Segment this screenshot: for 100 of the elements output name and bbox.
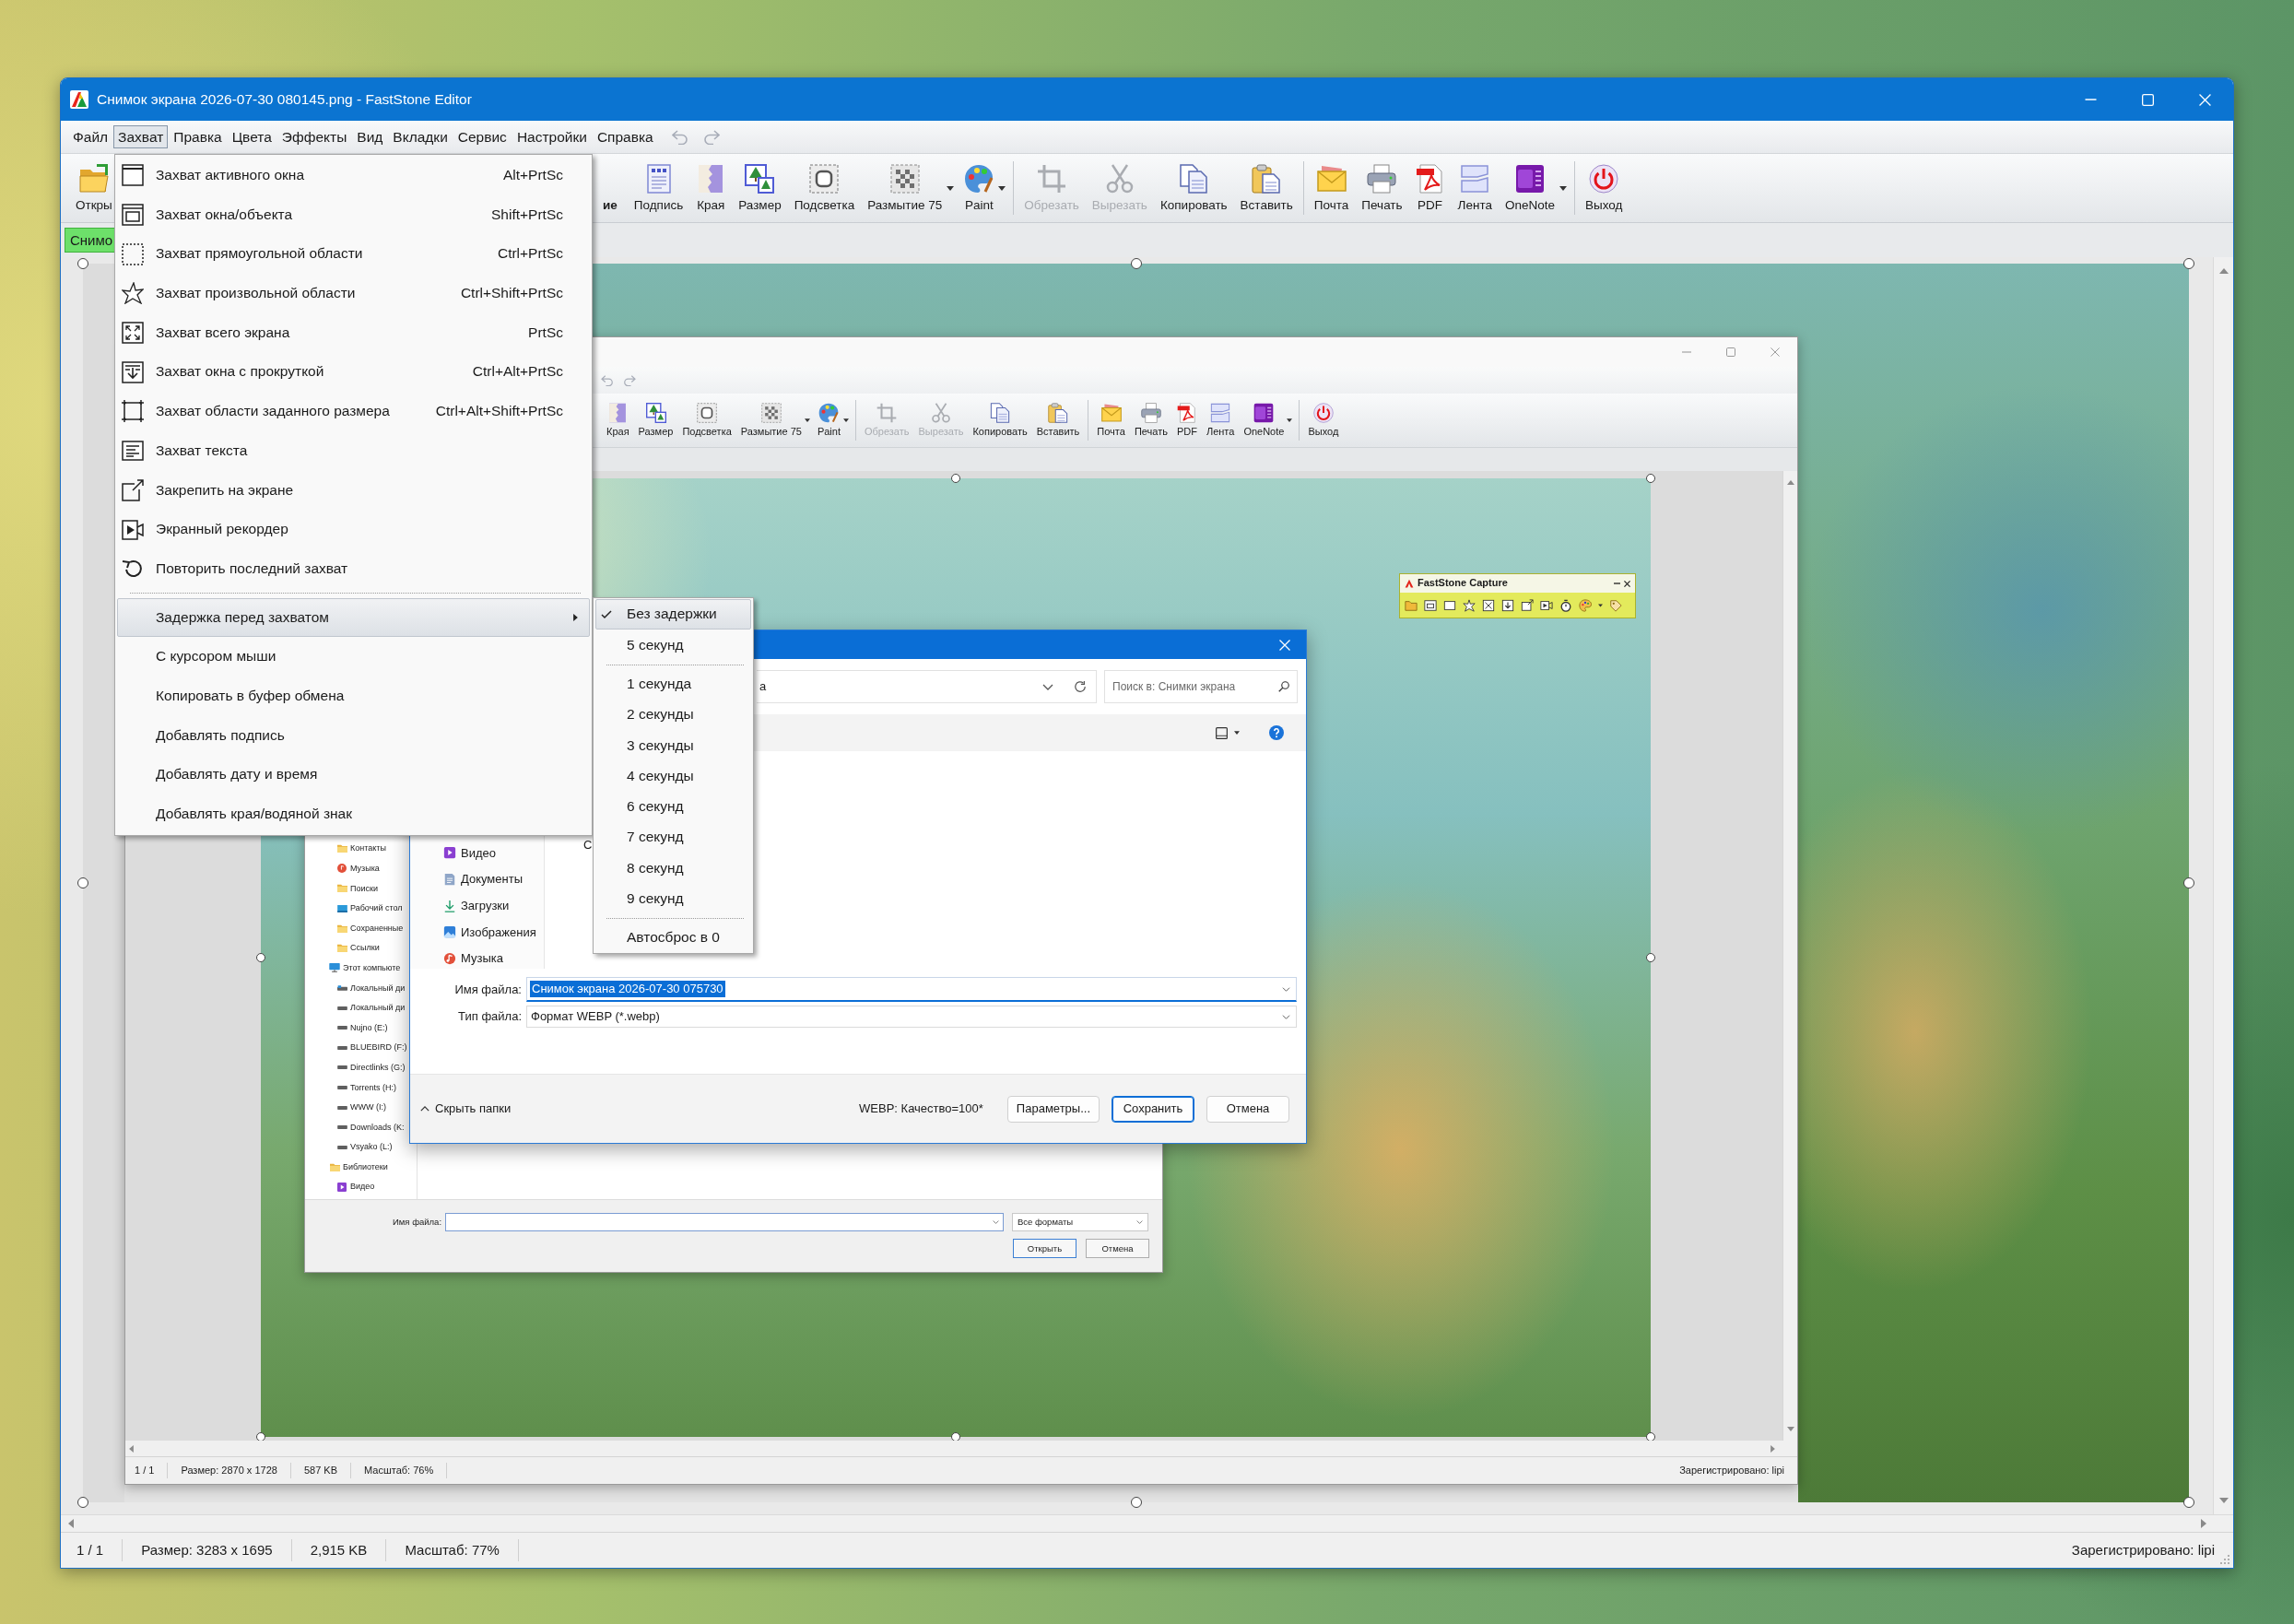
caret-icon[interactable]: [804, 418, 810, 422]
toolbar-button[interactable]: Копировать: [968, 394, 1032, 447]
caret-icon[interactable]: [947, 185, 955, 191]
menu-item[interactable]: 6 секунд: [595, 791, 751, 823]
tree-item[interactable]: Vsyako (L:): [305, 1136, 417, 1158]
menu-item[interactable]: 8 секунд: [595, 853, 751, 884]
vertical-scrollbar[interactable]: [1782, 471, 1797, 1441]
tree-item[interactable]: Видео: [305, 1177, 417, 1197]
toolbar-button[interactable]: Лента: [1201, 394, 1240, 447]
horizontal-scrollbar[interactable]: [61, 1514, 2233, 1532]
menu-item[interactable]: Без задержки: [595, 599, 751, 630]
menu-item[interactable]: Захват активного окна Alt+PrtSc: [117, 156, 590, 195]
left-arrow-icon[interactable]: [129, 1444, 134, 1453]
menu-item[interactable]: Вкладки: [388, 124, 453, 149]
toolbar-button[interactable]: Paint: [812, 394, 852, 447]
dialog-button[interactable]: Отмена: [1086, 1239, 1149, 1258]
window-icon[interactable]: [1424, 598, 1437, 612]
view-button[interactable]: [1216, 726, 1240, 739]
vertical-scrollbar[interactable]: [2213, 257, 2233, 1514]
menu-item[interactable]: Добавлять подпись: [117, 715, 590, 756]
file-name-field[interactable]: [445, 1213, 1004, 1231]
toolbar-button[interactable]: Paint: [958, 154, 1010, 222]
menu-item[interactable]: Захват окна/объекта Shift+PrtSc: [117, 194, 590, 235]
menu-item[interactable]: Захват произвольной области Ctrl+Shift+PrtSc: [117, 274, 590, 313]
toolbar-button[interactable]: ие: [592, 154, 628, 222]
menu-item[interactable]: Добавлять дату и время: [117, 755, 590, 794]
menu-item[interactable]: Задержка перед захватом: [117, 597, 590, 638]
nav-item[interactable]: Видео: [410, 840, 544, 866]
star-icon[interactable]: [1463, 598, 1476, 612]
down-arrow-icon[interactable]: [1786, 1427, 1794, 1431]
menu-item[interactable]: Добавлять края/водяной знак: [117, 794, 590, 834]
toolbar-button[interactable]: Размер: [732, 154, 788, 222]
toolbar-button[interactable]: Размытие 75: [861, 154, 959, 222]
menu-item[interactable]: Захват области заданного размера Ctrl+Alt+Shift+PrtSc: [117, 392, 590, 431]
right-arrow-icon[interactable]: [1770, 1444, 1775, 1453]
toolbar-button[interactable]: Края: [689, 154, 733, 222]
caret-icon[interactable]: [1598, 603, 1603, 607]
address-bar[interactable]: а: [757, 670, 1097, 703]
left-arrow-icon[interactable]: [68, 1519, 74, 1528]
file-type-dropdown[interactable]: Формат WEBP (*.webp): [526, 1006, 1297, 1028]
menu-item[interactable]: 4 секунды: [595, 760, 751, 792]
nav-item[interactable]: Музыка: [410, 945, 544, 972]
resize-grip-icon[interactable]: [2220, 1555, 2229, 1564]
chevron-down-icon[interactable]: [1282, 986, 1290, 992]
resize-handle[interactable]: [77, 1497, 88, 1508]
toolbar-button[interactable]: Копировать: [1153, 154, 1234, 222]
refresh-icon[interactable]: [1074, 680, 1087, 693]
hide-folders-button[interactable]: Скрыть папки: [420, 1101, 512, 1116]
video-icon[interactable]: [1540, 598, 1553, 612]
menu-item[interactable]: Эффекты: [276, 124, 352, 149]
caret-icon[interactable]: [1287, 418, 1293, 422]
right-arrow-icon[interactable]: [2201, 1519, 2206, 1528]
menu-item[interactable]: 5 секунд: [595, 630, 751, 661]
resize-handle[interactable]: [951, 474, 960, 483]
menu-item[interactable]: Захват: [113, 124, 169, 149]
chevron-down-icon[interactable]: [1282, 1014, 1290, 1019]
down-arrow-icon[interactable]: [2218, 1498, 2229, 1503]
toolbar-button[interactable]: PDF: [1171, 394, 1202, 447]
resize-handle[interactable]: [2183, 258, 2194, 269]
toolbar-button[interactable]: Края: [602, 394, 634, 447]
toolbar-button[interactable]: Размытие 75: [735, 394, 813, 447]
menu-item[interactable]: 2 секунды: [595, 699, 751, 731]
file-name-field[interactable]: Снимок экрана 2026-07-30 075730: [526, 977, 1297, 1002]
menu-item[interactable]: Экранный рекордер: [117, 510, 590, 549]
toolbar-button[interactable]: Выход: [1579, 154, 1629, 222]
menu-item[interactable]: Захват текста: [117, 430, 590, 471]
menu-item[interactable]: Закрепить на экране: [117, 470, 590, 511]
dialog-button[interactable]: Сохранить: [1112, 1095, 1194, 1123]
search-field[interactable]: Поиск в: Снимки экрана: [1104, 670, 1298, 703]
toolbar-button[interactable]: Лента: [1451, 154, 1499, 222]
menu-item[interactable]: Файл: [68, 124, 113, 149]
menu-item[interactable]: Копировать в буфер обмена: [117, 676, 590, 716]
toolbar-button[interactable]: Вставить: [1233, 154, 1300, 222]
nav-item[interactable]: Документы: [410, 865, 544, 893]
toolbar-button[interactable]: Размер: [633, 394, 678, 447]
chevron-down-icon[interactable]: [1042, 683, 1053, 690]
menu-item[interactable]: Настройки: [512, 124, 592, 149]
menu-item[interactable]: 9 секунд: [595, 883, 751, 914]
menu-item[interactable]: Захват всего экрана PrtSc: [117, 312, 590, 353]
caret-icon[interactable]: [998, 185, 1006, 191]
maximize-icon[interactable]: [1726, 347, 1735, 357]
menu-item[interactable]: Автосброс в 0: [595, 922, 751, 954]
menu-item[interactable]: Справка: [592, 124, 658, 149]
tag-icon[interactable]: [1609, 598, 1622, 612]
menu-item[interactable]: С курсором мыши: [117, 637, 590, 677]
search-icon[interactable]: [1278, 681, 1289, 692]
toolbar-button[interactable]: Выход: [1303, 394, 1344, 447]
toolbar-button[interactable]: Печать: [1129, 394, 1172, 447]
rectangle-icon[interactable]: [1443, 598, 1456, 612]
resize-handle[interactable]: [77, 258, 88, 269]
caret-icon[interactable]: [842, 418, 849, 422]
dialog-button[interactable]: Отмена: [1206, 1095, 1289, 1123]
menu-item[interactable]: Вид: [352, 124, 388, 149]
resize-handle[interactable]: [77, 877, 88, 888]
menu-item[interactable]: 7 секунд: [595, 822, 751, 853]
toolbar-button[interactable]: Подсветка: [677, 394, 736, 447]
up-arrow-icon[interactable]: [1786, 480, 1794, 485]
menu-item[interactable]: Захват окна с прокруткой Ctrl+Alt+PrtSc: [117, 352, 590, 393]
resize-handle[interactable]: [2183, 1497, 2194, 1508]
menu-item[interactable]: 1 секунда: [595, 668, 751, 700]
